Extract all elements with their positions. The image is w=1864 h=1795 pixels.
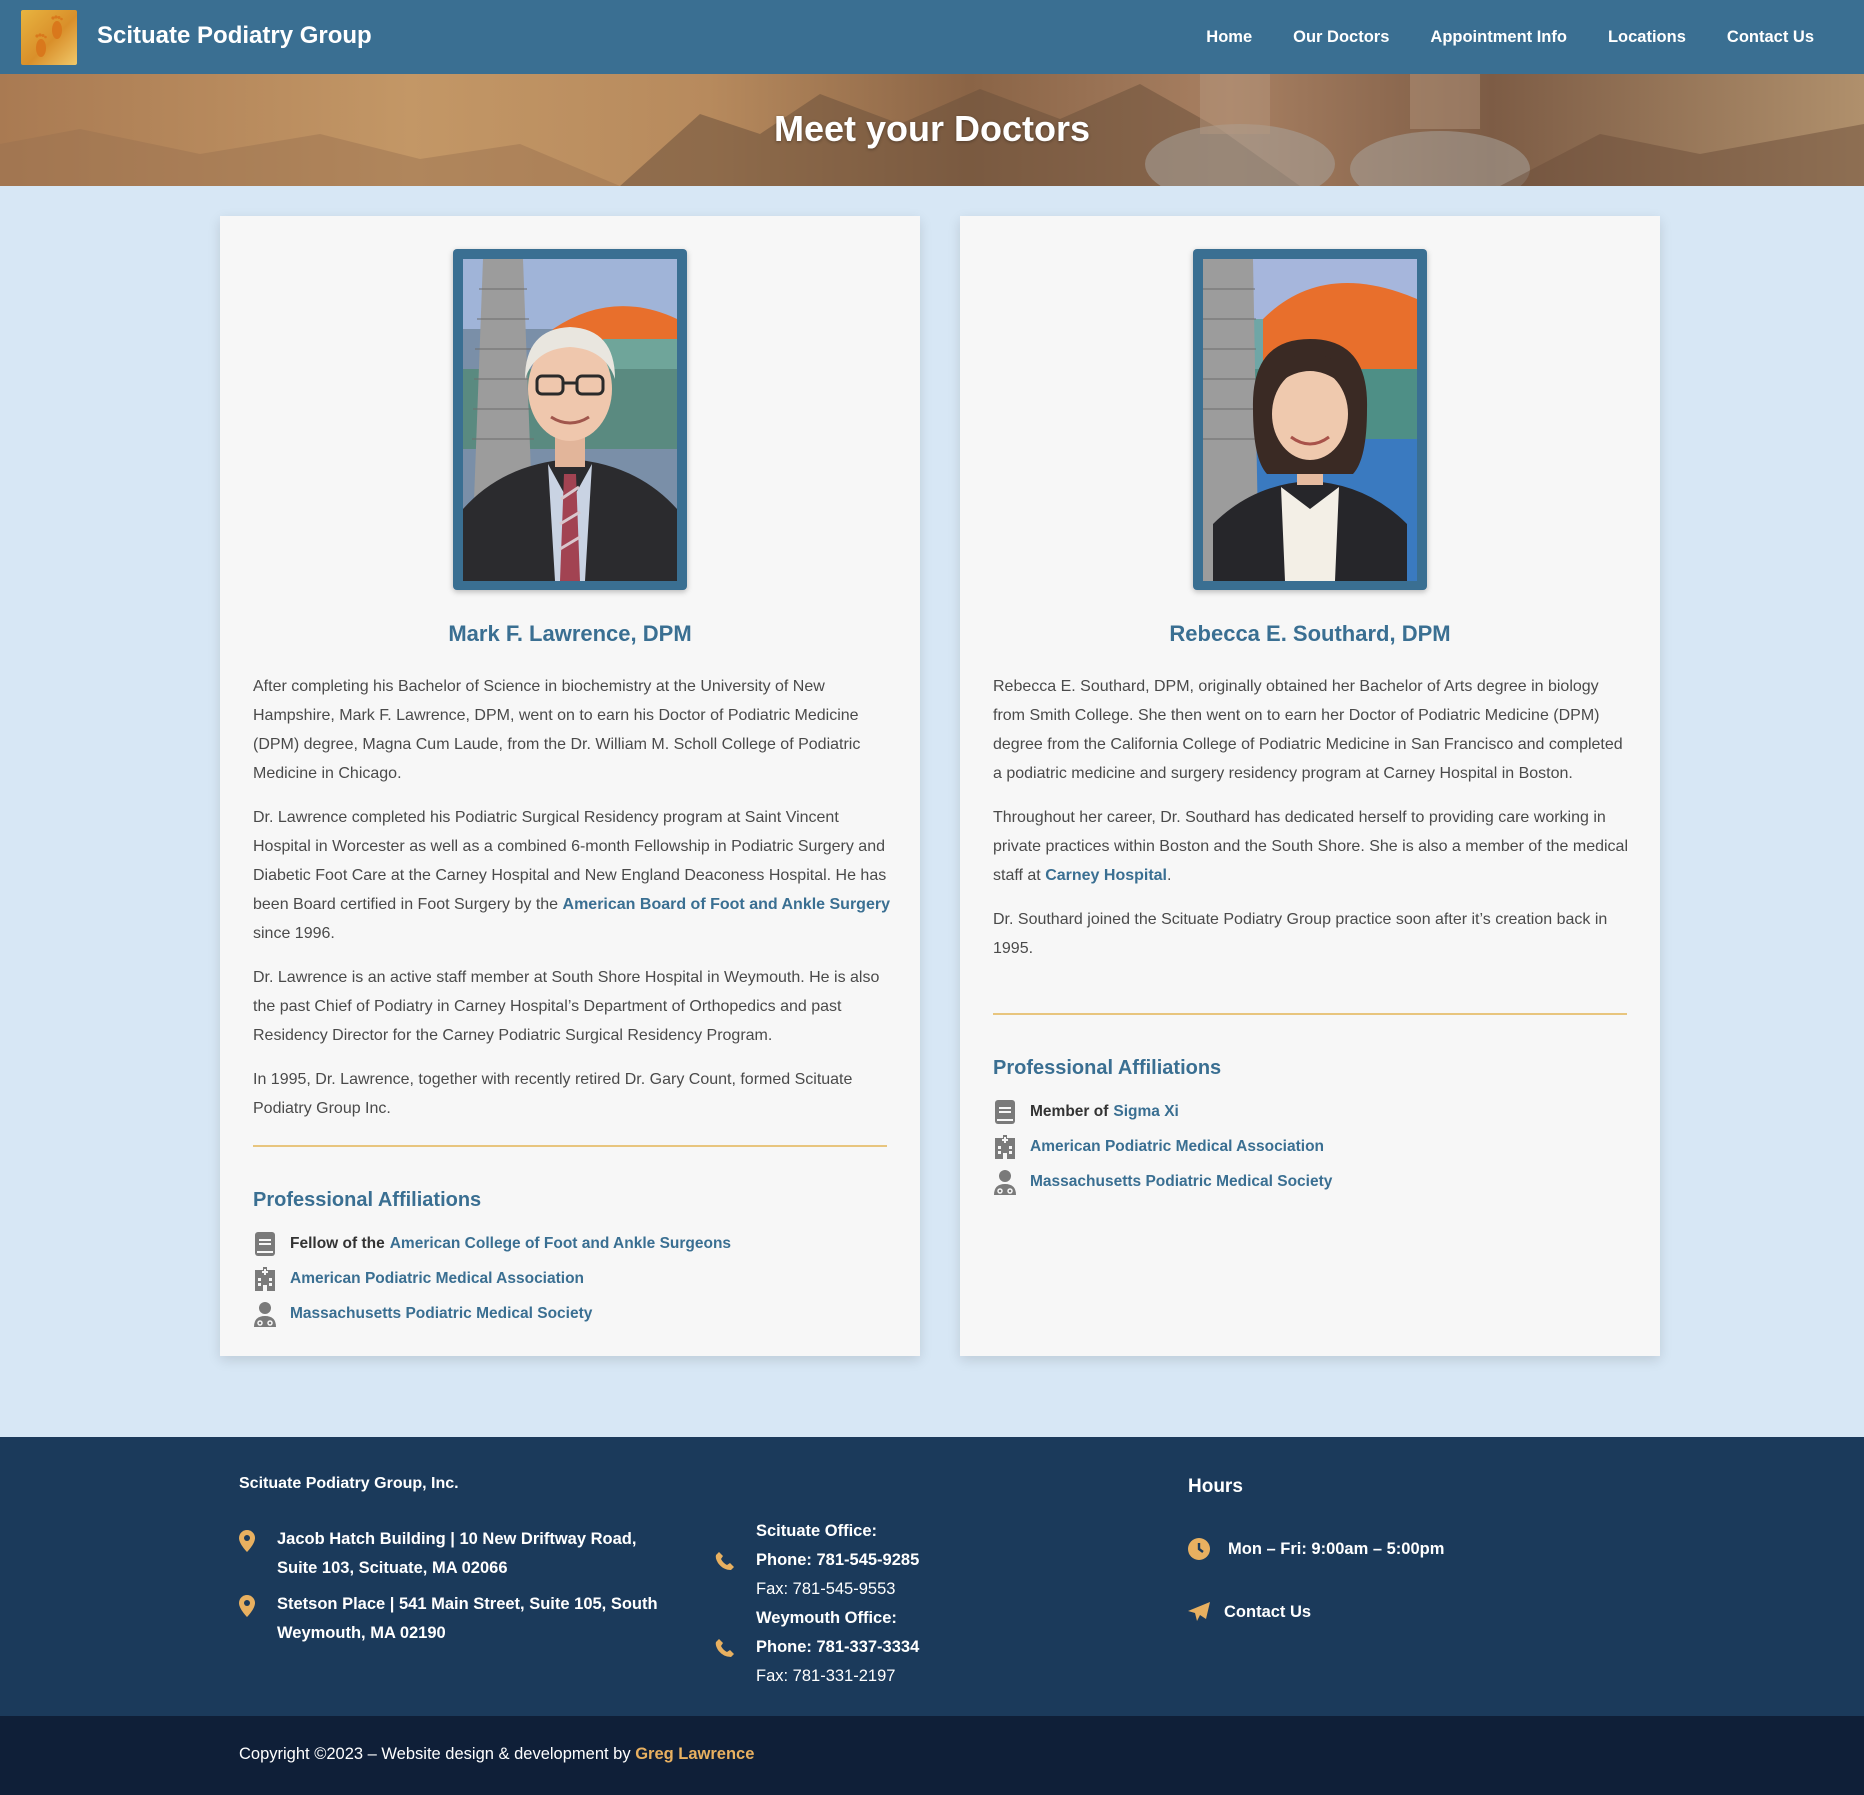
bio-text: since 1996. [253,925,335,942]
nav-home[interactable]: Home [1206,28,1252,47]
affiliation-link[interactable]: Massachusetts Podiatric Medical Society [290,1305,592,1323]
bio-paragraph: After completing his Bachelor of Science… [253,678,861,782]
office-fax: Fax: 781-545-9553 [756,1580,896,1598]
footer-phones: Scituate Office: Phone: 781-545-9285 Fax… [715,1517,1015,1691]
site-header: Scituate Podiatry Group Home Our Doctors… [0,0,1864,74]
nav-locations[interactable]: Locations [1608,28,1686,47]
office-phone[interactable]: Phone: 781-545-9285 [756,1546,919,1575]
footer-address: Jacob Hatch Building | 10 New Driftway R… [239,1525,679,1583]
affiliations-list: Fellow of the American College of Foot a… [253,1226,893,1331]
logo[interactable] [21,10,77,65]
doctor-icon [993,1169,1016,1195]
contact-us-link[interactable]: Contact Us [1224,1603,1311,1622]
affiliation-item: American Podiatric Medical Association [253,1261,893,1296]
abfas-link[interactable]: American Board of Foot and Ankle Surgery [563,896,890,913]
office-label: Weymouth Office: [756,1609,897,1627]
address-text[interactable]: Stetson Place | 541 Main Street, Suite 1… [277,1590,679,1648]
affiliation-link[interactable]: American Podiatric Medical Association [1030,1138,1324,1156]
affiliation-link[interactable]: American Podiatric Medical Association [290,1270,584,1288]
nav-our-doctors[interactable]: Our Doctors [1293,28,1389,47]
office-fax: Fax: 781-331-2197 [756,1667,896,1685]
address-text[interactable]: Jacob Hatch Building | 10 New Driftway R… [277,1525,679,1583]
footer-address: Stetson Place | 541 Main Street, Suite 1… [239,1590,679,1648]
affiliation-prefix: Member of [1030,1102,1109,1120]
doctor-bio: After completing his Bachelor of Science… [253,672,893,1138]
hours-text: Mon – Fri: 9:00am – 5:00pm [1228,1539,1445,1558]
hours-title: Hours [1188,1476,1243,1497]
author-link[interactable]: Greg Lawrence [635,1745,754,1763]
hospital-icon [253,1266,276,1292]
hero-banner: Meet your Doctors [0,74,1864,186]
affiliation-link[interactable]: American College of Foot and Ankle Surge… [390,1235,731,1253]
bio-paragraph: In 1995, Dr. Lawrence, together with rec… [253,1071,853,1117]
doctor-card-lawrence: Mark F. Lawrence, DPM After completing h… [220,216,920,1356]
phone-icon [715,1604,756,1691]
office-label: Scituate Office: [756,1522,878,1540]
affiliation-item: Member of Sigma Xi [993,1094,1633,1129]
nav-appointment-info[interactable]: Appointment Info [1430,28,1567,47]
section-divider [253,1145,887,1147]
section-divider [993,1013,1627,1015]
site-footer: Scituate Podiatry Group, Inc. Jacob Hatc… [0,1437,1864,1716]
office-phone[interactable]: Phone: 781-337-3334 [756,1633,919,1662]
book-icon [253,1231,276,1257]
doctor-card-southard: Rebecca E. Southard, DPM Rebecca E. Sout… [960,216,1660,1356]
footer-contact: Contact Us [1188,1602,1311,1622]
bio-text: . [1167,867,1172,884]
main-nav: Home Our Doctors Appointment Info Locati… [1206,0,1864,74]
map-pin-icon [239,1525,277,1583]
brand-name[interactable]: Scituate Podiatry Group [97,22,372,50]
doctor-icon [253,1301,276,1327]
doctor-photo [1203,259,1417,581]
footprints-icon [35,15,63,57]
copyright-label: Copyright ©2023 – Website design & devel… [239,1745,631,1763]
bio-paragraph: Throughout her career, Dr. Southard has … [993,803,1633,890]
book-icon [993,1099,1016,1125]
hospital-icon [993,1134,1016,1160]
affiliation-item: American Podiatric Medical Association [993,1129,1633,1164]
doctor-photo-frame [1193,249,1427,590]
office-contact: Weymouth Office: Phone: 781-337-3334 Fax… [715,1604,1015,1691]
affiliation-prefix: Fellow of the [290,1234,385,1252]
office-contact: Scituate Office: Phone: 781-545-9285 Fax… [715,1517,1015,1604]
affiliations-list: Member of Sigma Xi American Podiatric Me… [993,1094,1633,1199]
bio-paragraph: Dr. Lawrence completed his Podiatric Sur… [253,803,893,948]
bio-paragraph: Dr. Southard joined the Scituate Podiatr… [993,911,1608,957]
bio-paragraph: Dr. Lawrence is an active staff member a… [253,969,880,1044]
bio-paragraph: Rebecca E. Southard, DPM, originally obt… [993,678,1623,782]
affiliations-title: Professional Affiliations [253,1189,482,1211]
affiliations-title: Professional Affiliations [993,1057,1222,1079]
affiliation-link[interactable]: Massachusetts Podiatric Medical Society [1030,1173,1332,1191]
affiliation-item: Massachusetts Podiatric Medical Society [993,1164,1633,1199]
affiliation-link[interactable]: Sigma Xi [1113,1103,1178,1121]
paper-plane-icon [1188,1602,1210,1622]
doctor-photo-frame [453,249,687,590]
affiliation-item: Fellow of the American College of Foot a… [253,1226,893,1261]
footer-company-name: Scituate Podiatry Group, Inc. [239,1475,459,1492]
doctor-photo [463,259,677,581]
affiliation-item: Massachusetts Podiatric Medical Society [253,1296,893,1331]
nav-contact-us[interactable]: Contact Us [1727,28,1814,47]
page-title: Meet your Doctors [773,108,1091,149]
doctor-bio: Rebecca E. Southard, DPM, originally obt… [993,672,1633,978]
map-pin-icon [239,1590,277,1648]
doctor-name: Rebecca E. Southard, DPM [1169,621,1451,646]
hours-item: Mon – Fri: 9:00am – 5:00pm [1188,1538,1444,1560]
copyright-bar: Copyright ©2023 – Website design & devel… [0,1716,1864,1795]
doctor-name: Mark F. Lawrence, DPM [448,621,692,646]
carney-hospital-link[interactable]: Carney Hospital [1045,867,1167,884]
phone-icon [715,1517,756,1604]
copyright-text: Copyright ©2023 – Website design & devel… [239,1745,754,1764]
clock-icon [1188,1538,1210,1560]
